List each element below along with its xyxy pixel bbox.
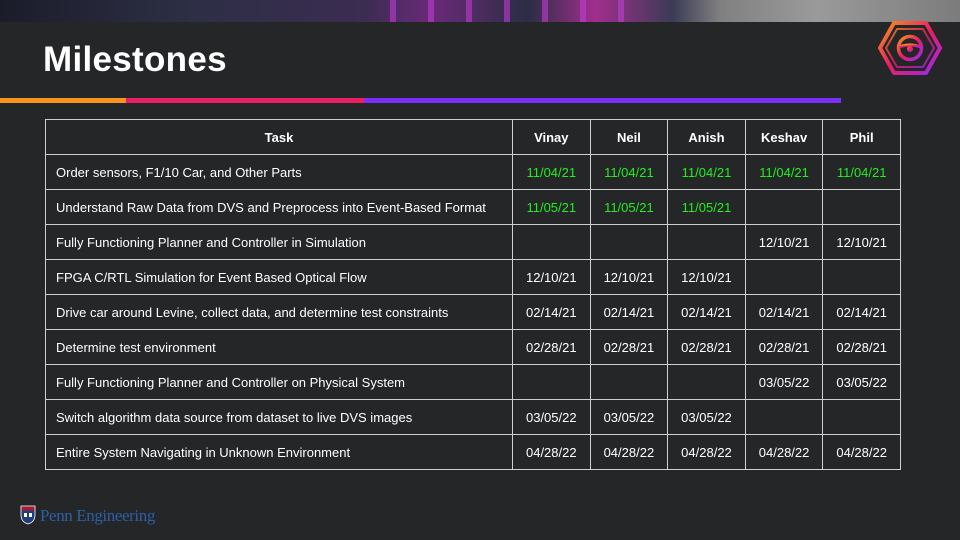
date-cell: 04/28/22 — [667, 434, 746, 470]
date-cell: 11/05/21 — [589, 189, 669, 225]
date-cell: 03/05/22 — [744, 364, 824, 400]
table-row: Fully Functioning Planner and Controller… — [45, 224, 901, 260]
task-cell: Order sensors, F1/10 Car, and Other Part… — [45, 154, 513, 190]
date-cell: 02/14/21 — [744, 294, 824, 330]
date-cell: 02/14/21 — [822, 294, 901, 330]
header-photo-strip — [0, 0, 960, 22]
task-cell: Determine test environment — [45, 329, 513, 365]
date-cell: 12/10/21 — [667, 259, 746, 295]
task-cell: Entire System Navigating in Unknown Envi… — [45, 434, 513, 470]
date-cell — [667, 364, 746, 400]
task-cell: Drive car around Levine, collect data, a… — [45, 294, 513, 330]
task-cell: FPGA C/RTL Simulation for Event Based Op… — [45, 259, 513, 295]
date-cell: 12/10/21 — [822, 224, 901, 260]
date-cell: 02/28/21 — [744, 329, 824, 365]
date-cell: 03/05/22 — [822, 364, 901, 400]
header-anish: Anish — [667, 119, 746, 155]
table-row: Fully Functioning Planner and Controller… — [45, 364, 901, 400]
date-cell: 04/28/22 — [744, 434, 824, 470]
task-cell: Understand Raw Data from DVS and Preproc… — [45, 189, 513, 225]
accent-segment-orange — [0, 98, 126, 103]
date-cell: 02/28/21 — [667, 329, 746, 365]
penn-engineering-logo: Penn Engineering — [20, 503, 170, 529]
date-cell: 11/04/21 — [512, 154, 591, 190]
date-cell: 11/04/21 — [667, 154, 746, 190]
steering-wheel-hexagon-icon — [878, 20, 942, 76]
table-row: Determine test environment 02/28/21 02/2… — [45, 329, 901, 365]
table-row: Understand Raw Data from DVS and Preproc… — [45, 189, 901, 225]
date-cell: 02/14/21 — [667, 294, 746, 330]
table-row: Switch algorithm data source from datase… — [45, 399, 901, 435]
date-cell: 03/05/22 — [667, 399, 746, 435]
date-cell: 11/04/21 — [822, 154, 901, 190]
date-cell: 04/28/22 — [822, 434, 901, 470]
task-cell: Fully Functioning Planner and Controller… — [45, 224, 513, 260]
task-cell: Fully Functioning Planner and Controller… — [45, 364, 513, 400]
date-cell: 11/05/21 — [512, 189, 591, 225]
date-cell — [744, 259, 824, 295]
date-cell: 12/10/21 — [744, 224, 824, 260]
date-cell — [822, 189, 901, 225]
accent-segment-pink — [126, 98, 364, 103]
accent-segment-purple — [364, 98, 841, 103]
date-cell: 04/28/22 — [589, 434, 669, 470]
date-cell — [822, 259, 901, 295]
header-vinay: Vinay — [512, 119, 591, 155]
date-cell — [744, 399, 824, 435]
task-cell: Switch algorithm data source from datase… — [45, 399, 513, 435]
header-neil: Neil — [589, 119, 669, 155]
table-row: FPGA C/RTL Simulation for Event Based Op… — [45, 259, 901, 295]
date-cell — [744, 189, 824, 225]
date-cell: 03/05/22 — [589, 399, 669, 435]
date-cell: 02/14/21 — [512, 294, 591, 330]
table-row: Order sensors, F1/10 Car, and Other Part… — [45, 154, 901, 190]
slide-title: Milestones — [43, 40, 227, 79]
date-cell: 12/10/21 — [512, 259, 591, 295]
date-cell — [589, 364, 669, 400]
milestones-table: Task Vinay Neil Anish Keshav Phil Order … — [45, 119, 901, 470]
date-cell: 11/05/21 — [667, 189, 746, 225]
date-cell — [512, 364, 591, 400]
header-keshav: Keshav — [744, 119, 824, 155]
header-phil: Phil — [822, 119, 901, 155]
table-header-row: Task Vinay Neil Anish Keshav Phil — [45, 119, 901, 155]
table-row: Entire System Navigating in Unknown Envi… — [45, 434, 901, 470]
header-photo-lights — [390, 0, 650, 22]
date-cell — [589, 224, 669, 260]
date-cell: 11/04/21 — [589, 154, 669, 190]
date-cell: 11/04/21 — [744, 154, 824, 190]
footer-brand-text: Penn Engineering — [40, 506, 155, 525]
date-cell: 12/10/21 — [589, 259, 669, 295]
title-accent-bar — [0, 98, 841, 103]
date-cell: 02/28/21 — [512, 329, 591, 365]
date-cell — [667, 224, 746, 260]
date-cell: 04/28/22 — [512, 434, 591, 470]
date-cell: 02/28/21 — [589, 329, 669, 365]
date-cell: 02/14/21 — [589, 294, 669, 330]
table-row: Drive car around Levine, collect data, a… — [45, 294, 901, 330]
date-cell — [822, 399, 901, 435]
date-cell — [512, 224, 591, 260]
date-cell: 02/28/21 — [822, 329, 901, 365]
penn-shield-icon — [20, 505, 36, 525]
header-task: Task — [45, 119, 513, 155]
date-cell: 03/05/22 — [512, 399, 591, 435]
